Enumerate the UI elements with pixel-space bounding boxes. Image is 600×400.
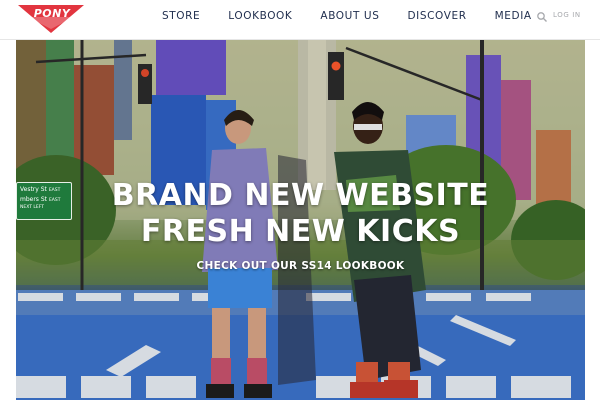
nav-media[interactable]: MEDIA xyxy=(495,10,532,22)
lookbook-cta-link[interactable]: CHECK OUT OUR SS14 LOOKBOOK xyxy=(16,260,585,272)
logo-text: PONY xyxy=(33,7,71,20)
pony-logo[interactable]: PONY xyxy=(16,3,86,35)
nav-lookbook[interactable]: LOOKBOOK xyxy=(228,10,292,22)
nav-store[interactable]: STORE xyxy=(162,10,200,22)
main-nav: STORE LOOKBOOK ABOUT US DISCOVER MEDIA xyxy=(150,0,560,32)
hero-title-line-2: FRESH NEW KICKS xyxy=(140,214,461,249)
nav-about-us[interactable]: ABOUT US xyxy=(320,10,379,22)
hero-title-line-1: BRAND NEW WEBSITE xyxy=(111,178,490,213)
site-header: PONY STORE LOOKBOOK ABOUT US DISCOVER ME… xyxy=(0,0,600,40)
login-link[interactable]: LOG IN xyxy=(553,11,581,19)
search-icon[interactable] xyxy=(536,10,548,22)
hero-banner[interactable]: Vestry St EAST mbers St EAST NEXT LEFT B… xyxy=(16,40,585,400)
nav-discover[interactable]: DISCOVER xyxy=(407,10,466,22)
